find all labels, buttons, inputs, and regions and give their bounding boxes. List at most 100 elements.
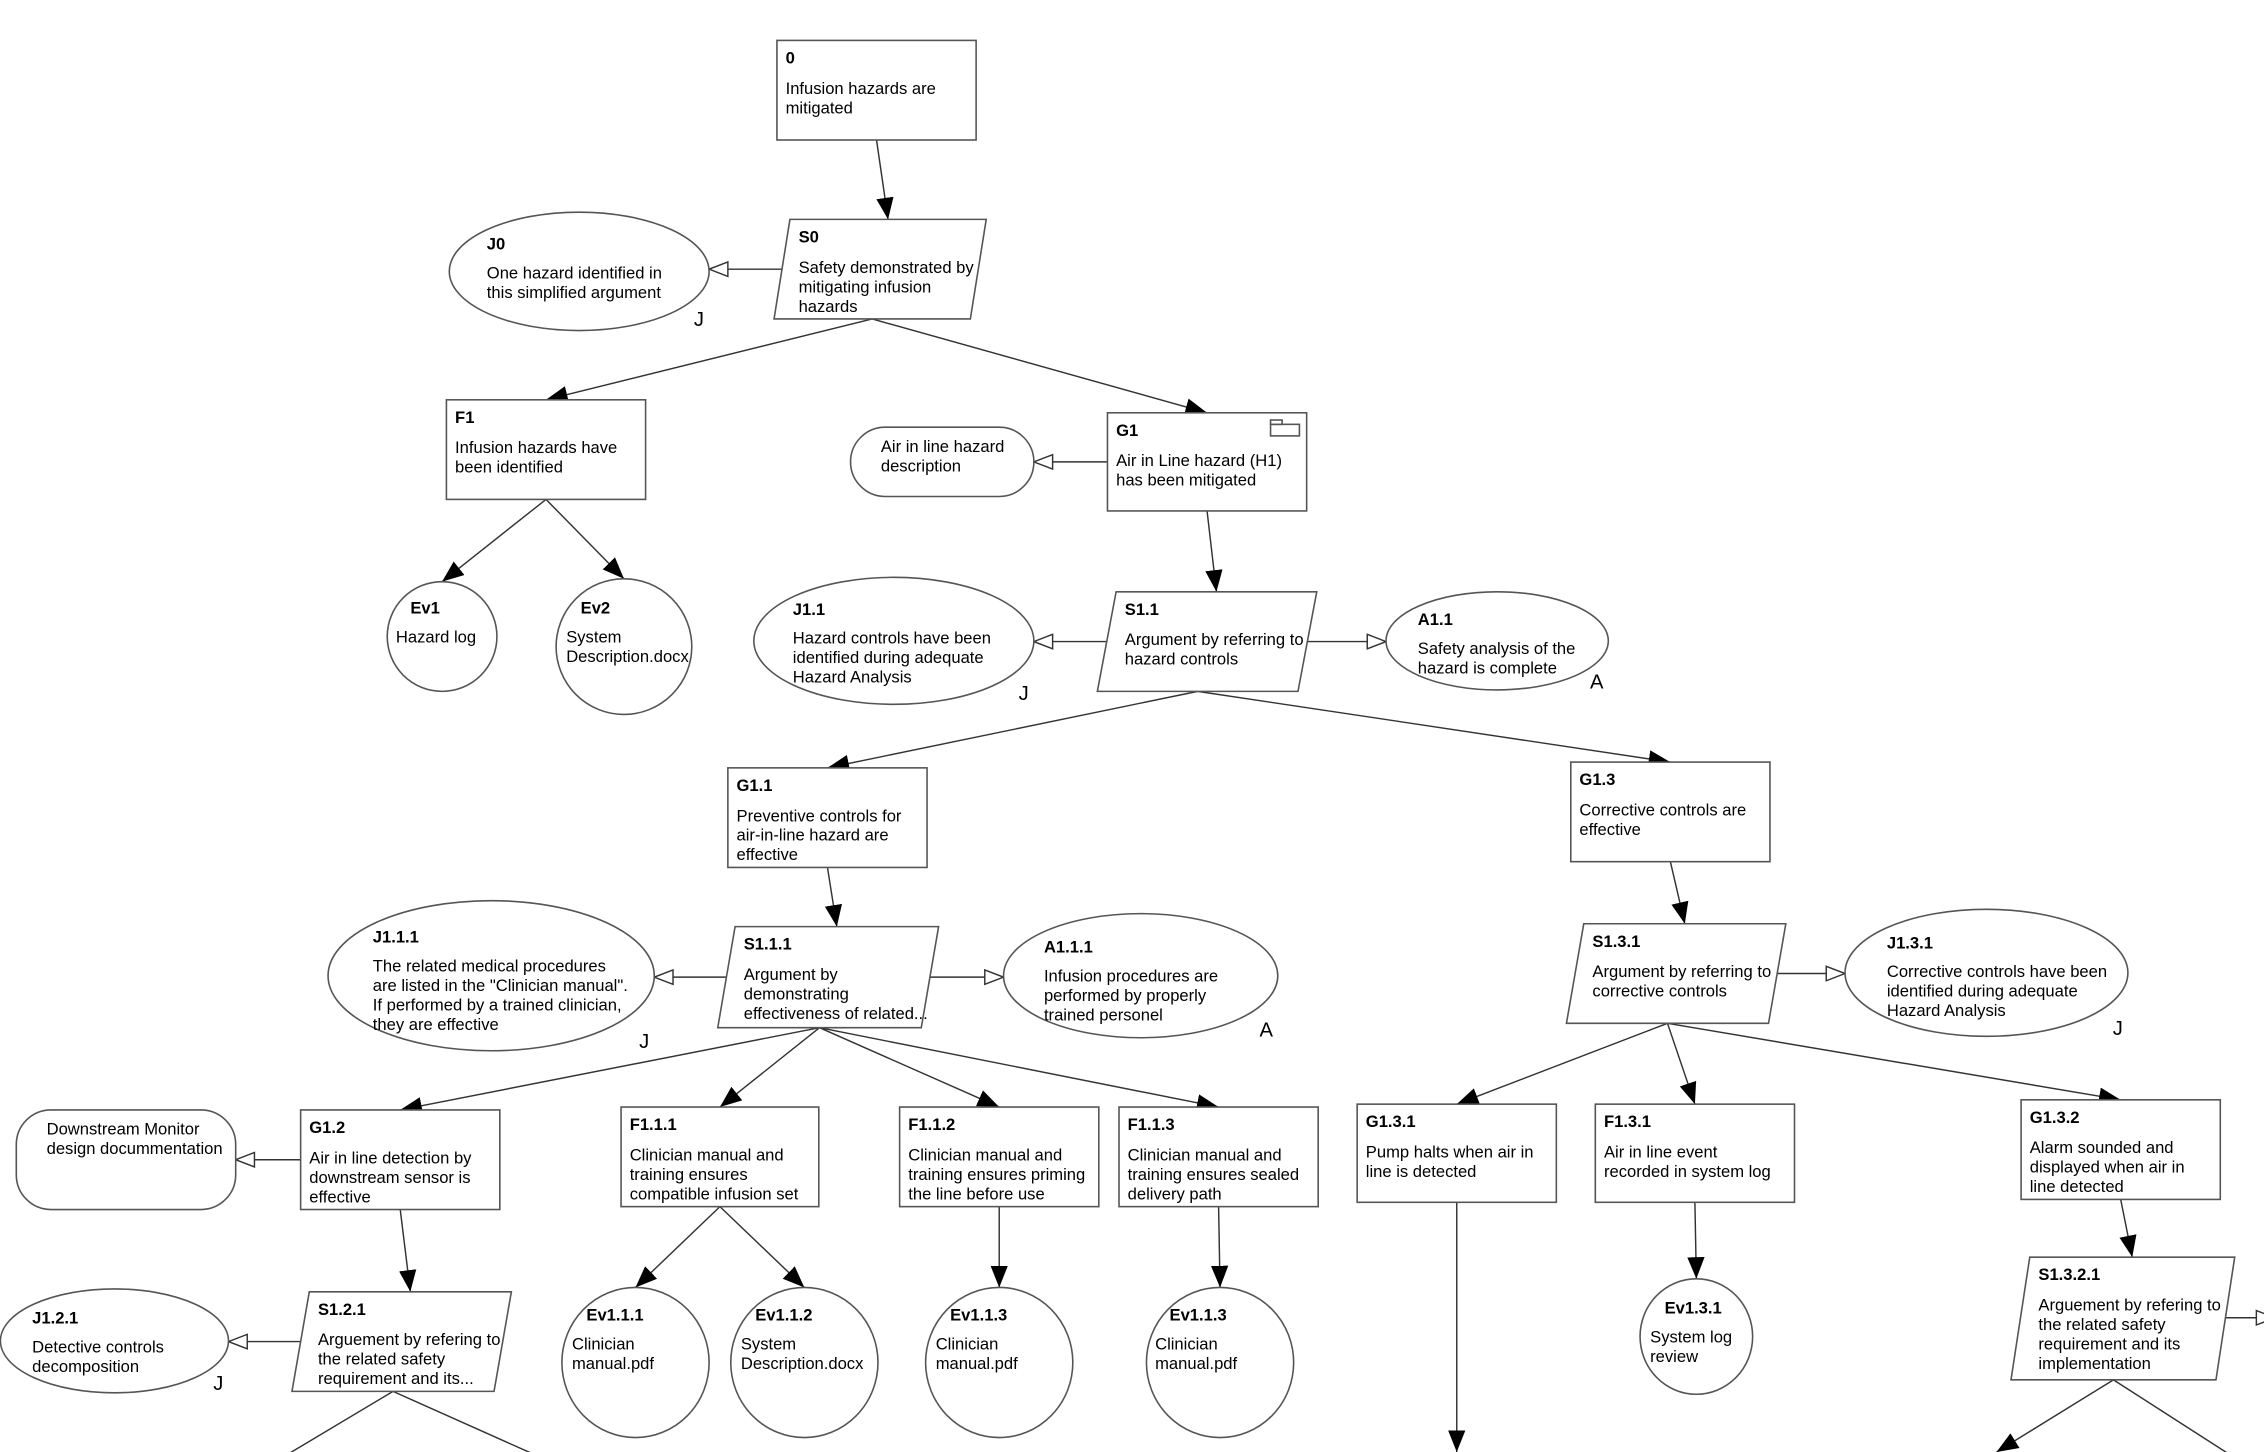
supported-by-arrow-g1-3-2-to-s1-3-2-1 xyxy=(2119,1199,2137,1258)
node-id-label: Ev1.1.3 xyxy=(950,1306,1007,1325)
node-text-line: Detective controls xyxy=(32,1337,164,1356)
node-text-line: hazard is complete xyxy=(1418,658,1557,677)
node-text-line: Arguement by refering to xyxy=(318,1330,500,1349)
supported-by-arrow-g1-to-s1-1 xyxy=(1205,510,1223,592)
node-text-line: manual.pdf xyxy=(1155,1354,1237,1373)
node-text-line: Pump halts when air in xyxy=(1366,1143,1534,1162)
goal-node-g1-1[interactable]: G1.1 Preventive controls forair-in-line h… xyxy=(727,767,928,869)
evidence-node-ev1-1-3b[interactable]: Ev1.1.3 Clinicianmanual.pdf xyxy=(1145,1286,1295,1439)
evidence-node-ev2[interactable]: Ev2 SystemDescription.docx xyxy=(555,577,693,716)
goal-node-g1-3[interactable]: G1.3 Corrective controls areeffective xyxy=(1569,761,1771,863)
node-id-label: G1.2 xyxy=(309,1118,345,1137)
node-text-line: System log xyxy=(1650,1327,1732,1346)
node-text-line: line is detected xyxy=(1366,1162,1477,1181)
node-text-line: Argument by referring to xyxy=(1125,630,1304,649)
node-text-line: Infusion hazards have xyxy=(455,438,617,457)
node-text-line: description xyxy=(881,456,961,475)
assumption-node-a1-1-1[interactable]: A1.1.1 Infusion procedures areperformed b… xyxy=(1002,912,1279,1042)
node-text-line: effectiveness of related... xyxy=(744,1004,928,1023)
node-text-line: One hazard identified in xyxy=(487,264,662,283)
node-layer: 0 Infusion hazards aremitigated S0 Safety d… xyxy=(0,39,2236,1439)
assumption-marker: A xyxy=(1590,671,1604,693)
node-text-line: Hazard controls have been xyxy=(793,629,991,648)
node-text-line: Safety analysis of the xyxy=(1418,639,1576,658)
node-id-label: G1.3 xyxy=(1579,770,1615,789)
goal-node-g1-3-1[interactable]: G1.3.1 Pump halts when air inline is dete… xyxy=(1356,1103,1558,1204)
node-id-label: 0 xyxy=(786,49,795,68)
evidence-node-ev1-1-2[interactable]: Ev1.1.2 SystemDescription.docx xyxy=(729,1286,879,1439)
strategy-node-s0[interactable]: S0 Safety demonstrated bymitigating infus… xyxy=(773,218,988,320)
goal-node-f1-1-1[interactable]: F1.1.1 Clinician manual andtraining ensur… xyxy=(620,1106,820,1208)
node-text-line: hazards xyxy=(799,297,858,316)
justification-node-j1-1-1[interactable]: J1.1.1 The related medical proceduresare … xyxy=(327,899,656,1053)
node-text-line: effective xyxy=(1579,820,1640,839)
node-id-label: Ev1.1.2 xyxy=(755,1306,812,1325)
evidence-node-ev1[interactable]: Ev1 Hazard log xyxy=(386,580,498,693)
supported-by-arrow-f1-1-1-to-ev1-1-2 xyxy=(719,1206,805,1288)
node-text-line: recorded in system log xyxy=(1604,1162,1771,1181)
node-id-label: Ev1 xyxy=(410,598,440,617)
node-text-line: effective xyxy=(737,845,798,864)
offscreen-link-from-s1-2-1 xyxy=(392,1390,531,1452)
node-text-line: been identified xyxy=(455,458,563,477)
strategy-node-s1-3-2-1[interactable]: S1.3.2.1 Arguement by refering tothe rela… xyxy=(2010,1256,2236,1381)
goal-node-f1-1-2[interactable]: F1.1.2 Clinician manual andtraining ensur… xyxy=(898,1106,1100,1208)
offscreen-link-from-s1-3-2-1 xyxy=(2113,1379,2228,1452)
justification-node-j1-1[interactable]: J1.1 Hazard controls have beenidentified … xyxy=(753,576,1035,706)
node-text-line: effective xyxy=(309,1187,370,1206)
context-node-c1-2[interactable]: Downstream Monitordesign docummentation xyxy=(15,1109,237,1211)
supported-by-arrow-s1-3-1-to-g1-3-2 xyxy=(1667,1022,2121,1105)
strategy-node-s1-1-1[interactable]: S1.1.1 Argument bydemonstratingeffectiven… xyxy=(716,925,940,1029)
supported-by-arrow-s1-1-1-to-f1-1-3 xyxy=(819,1026,1219,1112)
node-text-line: design docummentation xyxy=(47,1139,223,1158)
node-text-line: requirement and its xyxy=(2038,1335,2180,1354)
node-text-line: Clinician xyxy=(936,1335,999,1354)
node-text-line: Clinician xyxy=(572,1335,635,1354)
node-text-line: mitigating infusion xyxy=(799,277,932,296)
node-text-line: air-in-line hazard are xyxy=(737,826,889,845)
strategy-node-s1-3-1[interactable]: S1.3.1 Argument by referring tocorrective… xyxy=(1565,922,1787,1025)
assumption-marker: A xyxy=(1259,1019,1273,1041)
evidence-node-ev1-1-1[interactable]: Ev1.1.1 Clinicianmanual.pdf xyxy=(561,1286,710,1439)
node-text-line: Air in line detection by xyxy=(309,1148,472,1167)
node-text-line: they are effective xyxy=(373,1015,499,1034)
evidence-node-ev1-1-3a[interactable]: Ev1.1.3 Clinicianmanual.pdf xyxy=(924,1286,1074,1439)
node-id-label: F1.1.1 xyxy=(630,1115,677,1134)
strategy-node-s1-1[interactable]: S1.1 Argument by referring tohazard contr… xyxy=(1096,590,1318,693)
node-id-label: Ev2 xyxy=(581,598,611,617)
node-text-line: downstream sensor is xyxy=(309,1168,470,1187)
node-text-line: identified during adequate xyxy=(1887,982,2078,1001)
node-text-line: If performed by a trained clinician, xyxy=(373,995,622,1014)
assumption-node-a1-1[interactable]: A1.1 Safety analysis of thehazard is comp… xyxy=(1385,590,1610,694)
goal-node-0[interactable]: 0 Infusion hazards aremitigated xyxy=(776,39,977,141)
supported-by-arrow-s1-1-1-to-f1-1-2 xyxy=(819,1026,1000,1108)
goal-node-f1-3-1[interactable]: F1.3.1 Air in line eventrecorded in syste… xyxy=(1594,1103,1796,1204)
node-text-line: performed by properly xyxy=(1044,986,1207,1005)
goal-node-f1-1-3[interactable]: F1.1.3 Clinician manual andtraining ensur… xyxy=(1118,1106,1319,1208)
node-text-line: delivery path xyxy=(1128,1184,1222,1203)
node-text-line: the related safety xyxy=(318,1350,446,1369)
justification-node-j1-2-1[interactable]: J1.2.1 Detective controlsdecomposition J xyxy=(0,1288,230,1395)
node-text-line: Description.docx xyxy=(741,1354,864,1373)
node-text-line: compatible infusion set xyxy=(630,1184,799,1203)
node-text-line: hazard controls xyxy=(1125,650,1238,669)
evidence-node-ev1-3-1[interactable]: Ev1.3.1 System logreview xyxy=(1639,1278,1754,1396)
goal-node-g1-3-2[interactable]: G1.3.2 Alarm sounded anddisplayed when ai… xyxy=(2020,1099,2222,1201)
goal-node-g1[interactable]: G1 Air in Line hazard (H1)has been mitiga… xyxy=(1106,412,1308,512)
node-text-line: Preventive controls for xyxy=(737,806,902,825)
goal-node-f1[interactable]: F1 Infusion hazards havebeen identified xyxy=(445,399,647,501)
node-id-label: S0 xyxy=(799,227,819,246)
context-node-c1[interactable]: Air in line hazarddescription xyxy=(849,426,1035,498)
goal-node-g1-2[interactable]: G1.2 Air in line detection bydownstream s… xyxy=(299,1109,501,1211)
node-text-line: trained personel xyxy=(1044,1005,1163,1024)
node-text-line: Hazard Analysis xyxy=(793,668,912,687)
node-text-line: Hazard Analysis xyxy=(1887,1001,2006,1020)
justification-node-j1-3-1[interactable]: J1.3.1 Corrective controls have beenident… xyxy=(1844,908,2129,1040)
node-id-label: S1.3.2.1 xyxy=(2038,1265,2100,1284)
node-text-line: are listed in the "Clinician manual". xyxy=(373,976,628,995)
strategy-node-s1-2-1[interactable]: S1.2.1 Arguement by refering tothe relate… xyxy=(291,1290,513,1393)
node-text-line: Downstream Monitor xyxy=(47,1119,200,1138)
node-text-line: training ensures xyxy=(630,1165,748,1184)
justification-node-j0[interactable]: J0 One hazard identified inthis simplifie… xyxy=(448,211,710,332)
node-id-label: F1.3.1 xyxy=(1604,1112,1651,1131)
